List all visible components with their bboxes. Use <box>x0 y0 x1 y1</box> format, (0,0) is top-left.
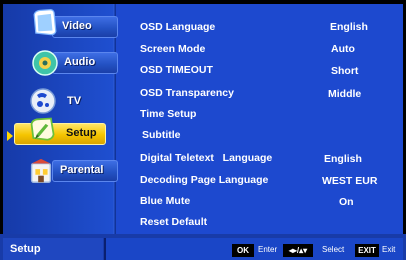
ok-key: OK <box>232 244 254 257</box>
setting-osd-language-value[interactable]: English <box>330 21 368 33</box>
select-caption: Select <box>322 245 345 254</box>
setting-digital-teletext-language[interactable]: Digital Teletext Language <box>140 152 272 164</box>
sidebar-item-video-label: Video <box>62 20 92 32</box>
navigate-key-icon: ◂▸/▴▾ <box>283 244 313 257</box>
setting-digital-teletext-language-value[interactable]: English <box>324 153 362 165</box>
setup-menu-screen: Video Audio TV Setup Parental OSD Langua… <box>0 0 406 260</box>
setting-osd-transparency[interactable]: OSD Transparency <box>140 87 234 99</box>
setting-reset-default[interactable]: Reset Default <box>140 216 207 228</box>
video-icon <box>33 9 57 36</box>
frame-top <box>0 0 406 4</box>
setting-screen-mode-value[interactable]: Auto <box>331 43 355 55</box>
setting-osd-timeout[interactable]: OSD TIMEOUT <box>140 64 213 76</box>
setting-time-setup[interactable]: Time Setup <box>140 108 196 120</box>
parental-icon <box>30 158 52 183</box>
sidebar-item-parental-label: Parental <box>60 164 104 176</box>
setting-osd-language[interactable]: OSD Language <box>140 21 215 33</box>
sidebar <box>3 4 113 234</box>
setup-icon <box>30 117 55 141</box>
setting-decoding-page-language[interactable]: Decoding Page Language <box>140 174 268 186</box>
setting-decoding-page-language-value[interactable]: WEST EUR <box>322 175 377 187</box>
audio-icon <box>32 50 58 76</box>
selection-arrow-icon <box>7 131 13 141</box>
enter-caption: Enter <box>258 245 278 254</box>
setting-osd-timeout-value[interactable]: Short <box>331 65 358 77</box>
exit-key[interactable]: EXIT <box>355 244 379 257</box>
setting-blue-mute[interactable]: Blue Mute <box>140 195 190 207</box>
footer-title: Setup <box>10 243 41 255</box>
sidebar-item-setup-label: Setup <box>66 127 97 139</box>
setting-screen-mode[interactable]: Screen Mode <box>140 43 205 55</box>
exit-caption: Exit <box>382 245 396 254</box>
sidebar-item-audio-label: Audio <box>64 56 96 68</box>
setting-blue-mute-value[interactable]: On <box>339 196 354 208</box>
tv-icon <box>30 88 56 114</box>
frame-left <box>0 0 3 260</box>
sidebar-item-tv-label[interactable]: TV <box>67 95 81 107</box>
setting-osd-transparency-value[interactable]: Middle <box>328 88 361 100</box>
setting-subtitle[interactable]: Subtitle <box>142 129 181 141</box>
